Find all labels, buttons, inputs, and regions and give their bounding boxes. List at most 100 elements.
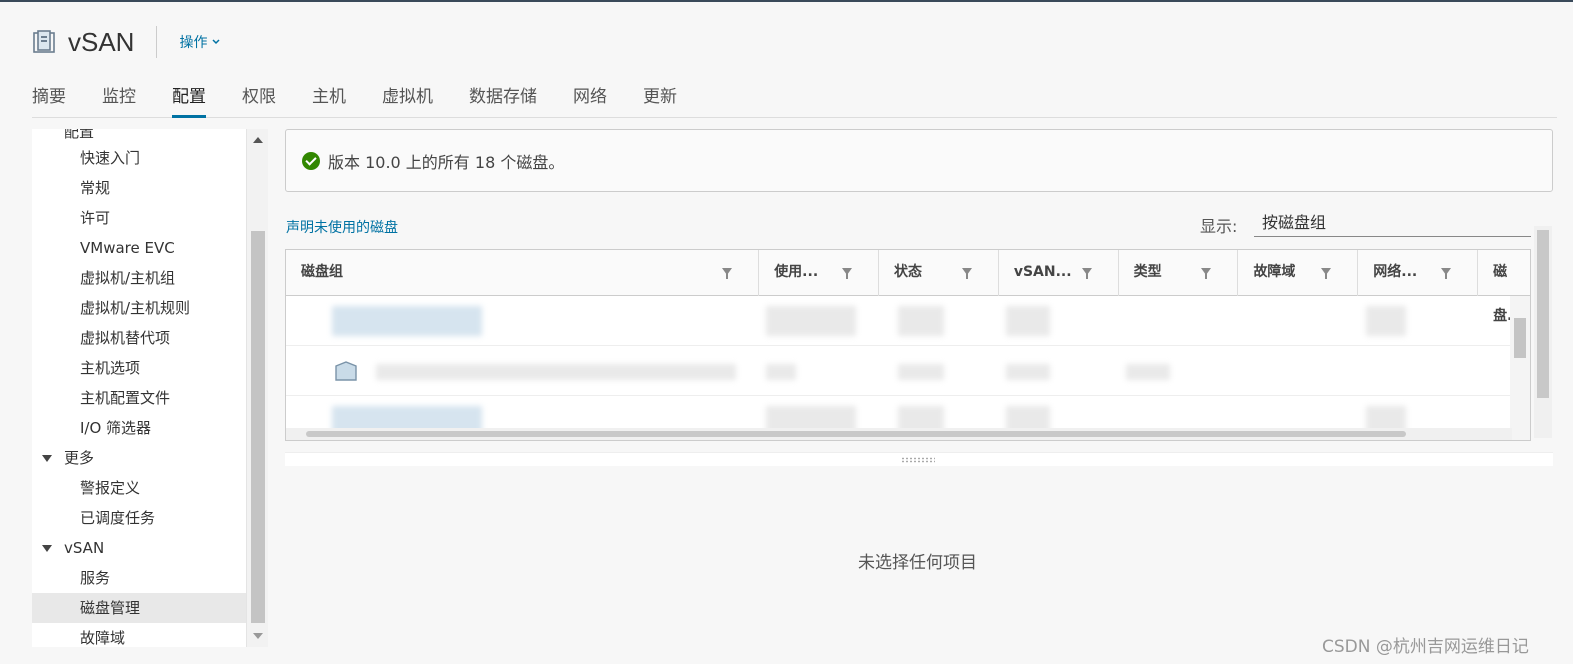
tab-monitor[interactable]: 监控 — [102, 78, 136, 117]
chevron-down-icon — [212, 39, 220, 45]
sidebar-group-label: vSAN — [64, 539, 105, 557]
tab-permissions[interactable]: 权限 — [242, 78, 276, 117]
blurred-cell — [898, 364, 944, 380]
show-select-value: 按磁盘组 — [1262, 213, 1327, 232]
sidebar-item-disk-management[interactable]: 磁盘管理 — [32, 593, 246, 623]
column-disk[interactable]: 磁盘... — [1478, 250, 1530, 324]
actions-label: 操作 — [179, 35, 208, 51]
sidebar-items: 配置 快速入门 常规 许可 VMware EVC 虚拟机/主机组 虚拟机/主机规… — [32, 129, 246, 647]
column-label: 磁盘组 — [301, 264, 343, 280]
scroll-down-icon[interactable] — [253, 633, 263, 639]
sidebar-group-vsan[interactable]: vSAN — [32, 533, 246, 563]
caret-down-icon — [42, 454, 52, 462]
table-row[interactable] — [286, 346, 1530, 396]
tab-networks[interactable]: 网络 — [573, 78, 607, 117]
filter-icon[interactable] — [1081, 268, 1092, 279]
sidebar-item-quickstart[interactable]: 快速入门 — [32, 143, 246, 173]
sidebar-scrollbar[interactable] — [246, 129, 268, 647]
scrollbar-thumb[interactable] — [1537, 230, 1549, 398]
object-header: vSAN 操作 — [32, 22, 221, 62]
grid-horizontal-scrollbar[interactable] — [286, 428, 1512, 440]
top-border — [0, 0, 1573, 2]
column-network[interactable]: 网络... — [1358, 250, 1479, 296]
blurred-cell — [376, 364, 736, 380]
sidebar-item-vm-host-groups[interactable]: 虚拟机/主机组 — [32, 263, 246, 293]
pane-splitter[interactable] — [285, 452, 1553, 466]
scrollbar-thumb[interactable] — [251, 231, 265, 623]
tab-vms[interactable]: 虚拟机 — [382, 78, 433, 117]
empty-detail-message: 未选择任何项目 — [858, 553, 977, 573]
sidebar-item-host-options[interactable]: 主机选项 — [32, 353, 246, 383]
sidebar-group-label: 更多 — [64, 449, 95, 467]
sidebar-item-fault-domains[interactable]: 故障域 — [32, 623, 246, 647]
blurred-cell — [1366, 306, 1406, 336]
grid-header: 磁盘组 使用... 状态 vSAN... 类型 故障域 网络... 磁盘... — [286, 250, 1530, 324]
disk-group-grid: 磁盘组 使用... 状态 vSAN... 类型 故障域 网络... 磁盘... — [285, 249, 1531, 441]
cluster-icon — [32, 30, 56, 54]
filter-icon[interactable] — [1201, 268, 1212, 279]
filter-icon[interactable] — [1321, 268, 1332, 279]
sidebar-item-host-profile[interactable]: 主机配置文件 — [32, 383, 246, 413]
sidebar-nav: 配置 快速入门 常规 许可 VMware EVC 虚拟机/主机组 虚拟机/主机规… — [32, 129, 268, 647]
filter-icon[interactable] — [961, 268, 972, 279]
caret-down-icon — [42, 544, 52, 552]
sidebar-item-io-filters[interactable]: I/O 筛选器 — [32, 413, 246, 443]
scrollbar-thumb[interactable] — [306, 431, 1406, 437]
tab-summary[interactable]: 摘要 — [32, 78, 66, 117]
sidebar-item-general[interactable]: 常规 — [32, 173, 246, 203]
tab-configure[interactable]: 配置 — [172, 78, 206, 118]
filter-icon[interactable] — [722, 268, 733, 279]
sidebar-item-scheduled-tasks[interactable]: 已调度任务 — [32, 503, 246, 533]
status-message: 版本 10.0 上的所有 18 个磁盘。 — [328, 152, 565, 172]
filter-icon[interactable] — [1441, 268, 1452, 279]
tab-hosts[interactable]: 主机 — [312, 78, 346, 117]
column-label: 使用... — [774, 264, 819, 280]
column-type[interactable]: 类型 — [1119, 250, 1239, 296]
content-scrollbar[interactable] — [1534, 226, 1552, 438]
scrollbar-thumb[interactable] — [1514, 318, 1526, 358]
filter-icon[interactable] — [842, 268, 852, 279]
column-status[interactable]: 状态 — [879, 250, 999, 296]
sidebar-item-evc[interactable]: VMware EVC — [32, 233, 246, 263]
sidebar-group-more[interactable]: 更多 — [32, 443, 246, 473]
column-fault-domain[interactable]: 故障域 — [1238, 250, 1359, 296]
blurred-cell — [898, 306, 944, 336]
show-label: 显示: — [1200, 217, 1238, 236]
sidebar-group-config[interactable]: 配置 — [32, 129, 246, 143]
header-divider — [156, 26, 158, 58]
actions-menu-button[interactable]: 操作 — [179, 32, 221, 52]
column-label: 故障域 — [1253, 264, 1296, 280]
blurred-cell — [1006, 306, 1050, 336]
column-label: vSAN... — [1013, 264, 1072, 280]
column-label: 类型 — [1133, 264, 1162, 280]
blurred-cell — [766, 306, 856, 336]
page-title: vSAN — [68, 26, 135, 57]
tab-datastores[interactable]: 数据存储 — [469, 78, 537, 117]
scroll-up-icon[interactable] — [253, 137, 263, 143]
blurred-cell — [332, 306, 482, 336]
drag-handle-icon[interactable] — [901, 457, 935, 463]
column-vsan-health[interactable]: vSAN... — [999, 250, 1119, 296]
sidebar-item-licensing[interactable]: 许可 — [32, 203, 246, 233]
column-disk-group[interactable]: 磁盘组 — [286, 250, 760, 296]
tab-bar: 摘要 监控 配置 权限 主机 虚拟机 数据存储 网络 更新 — [32, 78, 1557, 118]
tab-updates[interactable]: 更新 — [643, 78, 677, 117]
sidebar-item-vm-overrides[interactable]: 虚拟机替代项 — [32, 323, 246, 353]
claim-unused-disks-link[interactable]: 声明未使用的磁盘 — [286, 217, 398, 237]
host-icon — [332, 360, 360, 386]
sidebar-item-services[interactable]: 服务 — [32, 563, 246, 593]
sidebar-item-vm-host-rules[interactable]: 虚拟机/主机规则 — [32, 293, 246, 323]
column-label: 网络... — [1373, 264, 1418, 280]
column-usage[interactable]: 使用... — [759, 250, 879, 296]
grid-vertical-scrollbar[interactable] — [1510, 296, 1530, 440]
blurred-cell — [766, 364, 796, 380]
table-row[interactable] — [286, 296, 1530, 346]
sidebar-item-alarm-definitions[interactable]: 警报定义 — [32, 473, 246, 503]
watermark: CSDN @杭州吉网运维日记 — [1322, 637, 1529, 657]
blurred-cell — [1006, 364, 1050, 380]
status-banner: 版本 10.0 上的所有 18 个磁盘。 — [285, 129, 1553, 192]
blurred-cell — [1126, 364, 1170, 380]
check-circle-icon — [302, 151, 320, 170]
column-label: 状态 — [894, 264, 922, 280]
show-select[interactable]: 按磁盘组 — [1254, 208, 1531, 237]
